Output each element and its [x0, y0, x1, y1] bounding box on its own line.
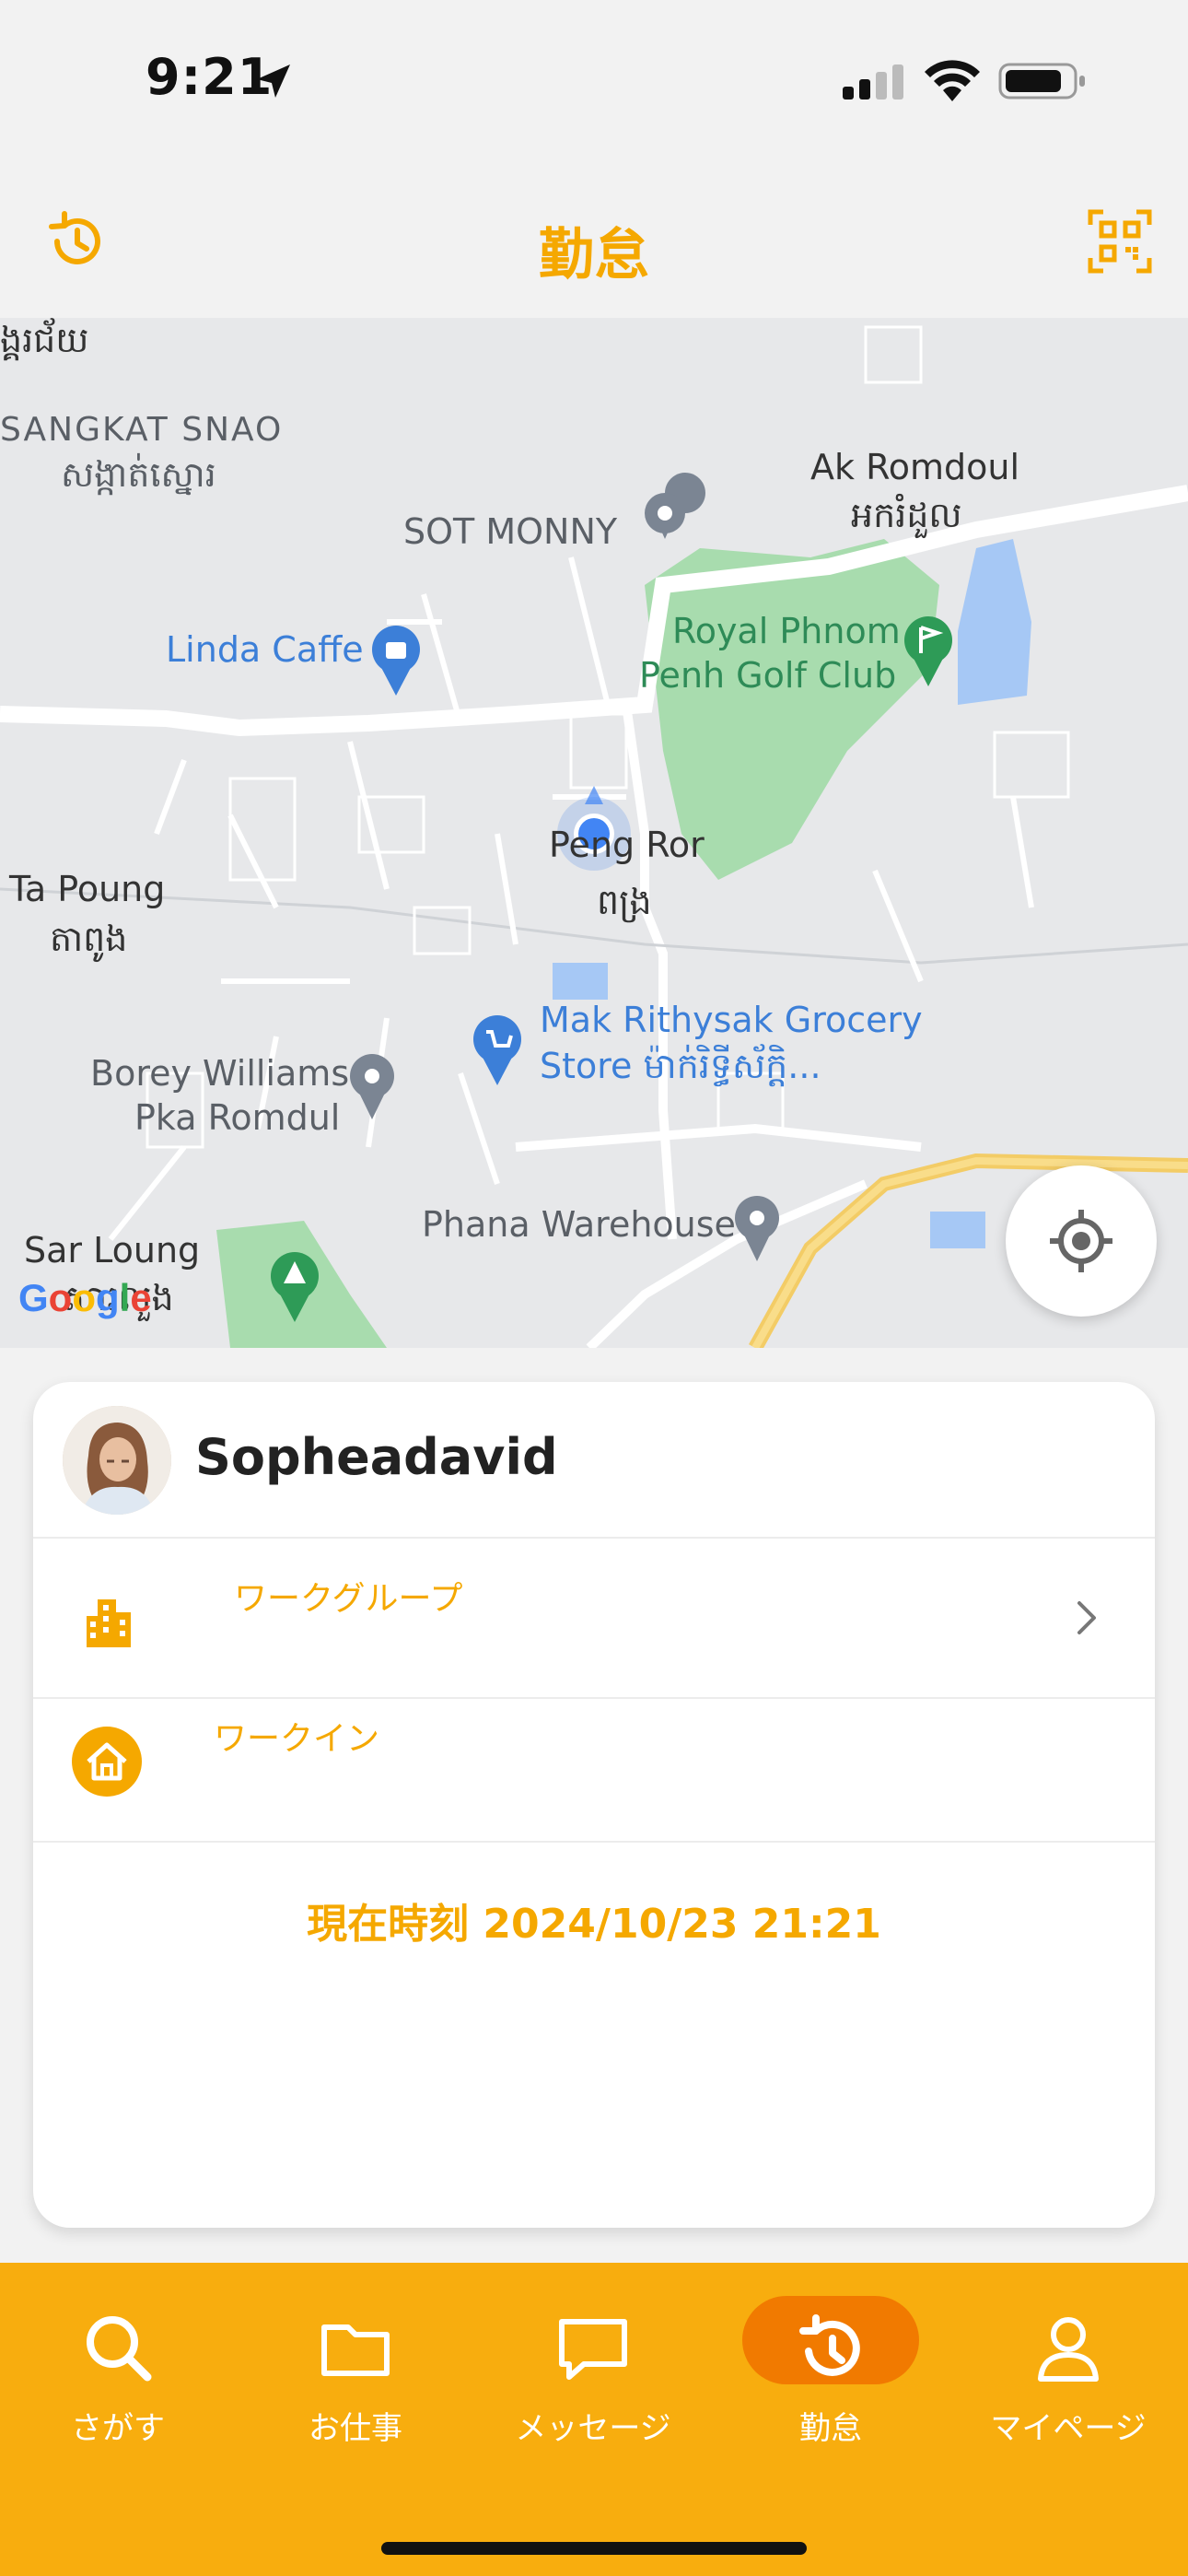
workin-label: ワークイン	[214, 1720, 380, 1758]
map-label: តាពូង	[50, 919, 128, 959]
attendance-card: Sopheadavid ワークグループ ワークイン 現在時刻 2024/10/2…	[33, 1382, 1155, 2228]
home-icon	[72, 1727, 142, 1797]
tab-attendance[interactable]: 勤怠	[729, 2303, 932, 2451]
tab-label: お仕事	[309, 2410, 402, 2447]
map-label: SOT MONNY	[403, 511, 618, 552]
chat-icon	[559, 2319, 627, 2380]
user-name: Sopheadavid	[195, 1428, 558, 1486]
map-label: សង្កាត់ស្នោរ	[61, 454, 216, 495]
tab-label: メッセージ	[515, 2410, 671, 2447]
folder-icon	[321, 2324, 390, 2376]
chevron-right-icon	[1077, 1601, 1096, 1634]
page-title: 勤怠	[539, 223, 649, 287]
map-label: Sar Loung	[24, 1230, 201, 1270]
my-location-button[interactable]	[1006, 1165, 1157, 1317]
map-label: Ak Romdoul	[810, 447, 1020, 487]
map-label: Mak Rithysak Grocery	[540, 1000, 923, 1040]
person-icon	[1038, 2317, 1099, 2382]
workin-row[interactable]: ワークイン	[33, 1697, 1155, 1843]
map-label: ពង្រ	[597, 882, 652, 922]
workgroup-row[interactable]: ワークグループ	[33, 1537, 1155, 1699]
google-logo: Google	[18, 1276, 152, 1319]
map-label: ង្គរជ័យ	[0, 320, 89, 360]
map-label: អករំដួល	[851, 495, 962, 535]
current-time: 現在時刻 2024/10/23 21:21	[307, 1901, 881, 1948]
map-label: Royal Phnom	[672, 611, 901, 651]
tab-label: さがす	[71, 2410, 165, 2447]
status-bar: 9:21	[0, 0, 1188, 157]
crosshair-icon	[1050, 1210, 1112, 1272]
map-label: Pka Romdul	[134, 1097, 341, 1138]
qr-scan-icon[interactable]	[1087, 208, 1153, 275]
workgroup-label: ワークグループ	[234, 1580, 463, 1618]
cellular-signal-icon	[843, 64, 903, 100]
user-row: Sopheadavid	[33, 1382, 1155, 1539]
bottom-tab-bar: さがす お仕事 メッセージ 勤怠 マイページ	[0, 2263, 1188, 2576]
app-header: 勤怠	[0, 184, 1188, 318]
tab-mypage[interactable]: マイページ	[967, 2303, 1170, 2451]
location-arrow-icon	[257, 64, 290, 98]
avatar	[63, 1406, 171, 1515]
map-label: Ta Poung	[9, 869, 166, 909]
map-label: Phana Warehouse	[422, 1204, 736, 1245]
map-label: Borey Williams	[90, 1053, 350, 1094]
map-label: Linda Caffe	[166, 629, 364, 670]
map-label: Peng Ror	[549, 825, 705, 865]
history-icon	[799, 2314, 860, 2376]
map-view[interactable]: ង្គរជ័យ SANGKAT SNAO សង្កាត់ស្នោរ Ak Rom…	[0, 318, 1188, 1348]
tab-label: マイページ	[990, 2410, 1147, 2447]
map-pin-sot-monny	[645, 473, 705, 539]
map-label: Penh Golf Club	[639, 655, 897, 696]
map-label: SANGKAT SNAO	[0, 411, 284, 449]
home-indicator	[381, 2542, 807, 2555]
tab-jobs[interactable]: お仕事	[254, 2303, 457, 2451]
tab-search[interactable]: さがす	[17, 2303, 219, 2451]
tab-label: 勤怠	[799, 2410, 862, 2447]
map-label: Store ម៉ាក់រិទ្ធីស័ក្តិ...	[540, 1046, 821, 1086]
battery-icon	[998, 63, 1085, 100]
building-icon	[87, 1599, 131, 1647]
search-icon	[87, 2316, 152, 2382]
wifi-icon	[925, 60, 980, 101]
tab-messages[interactable]: メッセージ	[492, 2303, 694, 2451]
